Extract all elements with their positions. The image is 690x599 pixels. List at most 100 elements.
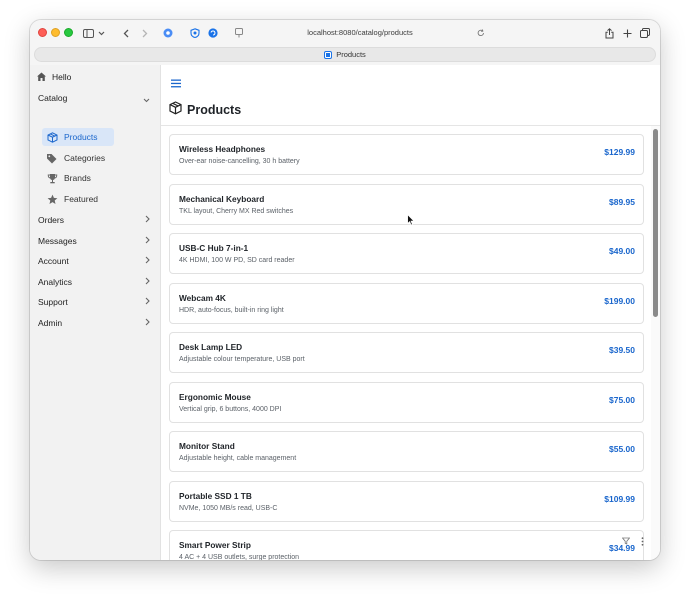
sidebar-item-categories[interactable]: Categories xyxy=(42,149,114,167)
sidebar-item-label: Brands xyxy=(64,173,91,183)
product-name: Portable SSD 1 TB xyxy=(179,491,252,501)
product-description: TKL layout, Cherry MX Red switches xyxy=(179,208,294,215)
sidebar-item-account[interactable]: Account xyxy=(34,252,156,270)
product-price: $55.00 xyxy=(609,444,635,454)
product-description: NVMe, 1050 MB/s read, USB-C xyxy=(179,505,278,512)
product-description: Over-ear noise-cancelling, 30 h battery xyxy=(179,158,300,165)
chevron-right-icon xyxy=(145,256,150,266)
mouse-cursor-icon xyxy=(407,213,415,226)
box-icon xyxy=(169,100,182,120)
chevron-down-icon[interactable] xyxy=(97,25,105,41)
browser-toolbar: localhost:8080/catalog/products Products xyxy=(30,20,660,65)
sidebar-toggle-icon[interactable] xyxy=(82,25,94,41)
product-name: Mechanical Keyboard xyxy=(179,194,265,204)
product-price: $129.99 xyxy=(604,147,635,157)
sidebar-item-orders[interactable]: Orders xyxy=(34,211,156,229)
product-price: $75.00 xyxy=(609,395,635,405)
sidebar-item-products[interactable]: Products xyxy=(42,128,114,146)
product-card[interactable]: Webcam 4K HDR, auto-focus, built-in ring … xyxy=(169,283,644,324)
refresh-extension-icon[interactable] xyxy=(208,25,218,41)
star-icon xyxy=(46,193,58,205)
maximize-window-button[interactable] xyxy=(64,28,73,37)
filter-icon[interactable] xyxy=(621,537,631,547)
close-window-button[interactable] xyxy=(38,28,47,37)
chevron-right-icon xyxy=(145,318,150,328)
product-description: Vertical grip, 6 buttons, 4000 DPI xyxy=(179,406,282,413)
product-description: 4 AC + 4 USB outlets, surge protection xyxy=(179,554,300,560)
sidebar-item-label: Hello xyxy=(52,72,72,82)
new-tab-icon[interactable] xyxy=(622,25,632,41)
shield-icon[interactable] xyxy=(190,25,200,41)
product-card[interactable]: Wireless Headphones Over-ear noise-cancel… xyxy=(169,134,644,175)
sidebar-item-label: Support xyxy=(38,297,68,307)
scrollbar-thumb[interactable] xyxy=(653,129,658,317)
sidebar-item-catalog[interactable]: Catalog xyxy=(34,89,156,107)
product-price: $39.50 xyxy=(609,345,635,355)
tab-products[interactable]: Products xyxy=(34,47,656,62)
trophy-icon xyxy=(46,172,58,184)
sidebar-item-brands[interactable]: Brands xyxy=(42,169,114,187)
chevron-right-icon xyxy=(145,236,150,246)
product-price: $49.00 xyxy=(609,246,635,256)
favicon-icon xyxy=(324,50,333,59)
product-price: $109.99 xyxy=(604,494,635,504)
share-icon[interactable] xyxy=(604,25,614,41)
sidebar-item-label: Messages xyxy=(38,236,77,246)
page-title: Products xyxy=(187,103,242,117)
product-name: Desk Lamp LED xyxy=(179,342,243,352)
sidebar-item-label: Analytics xyxy=(38,277,73,287)
product-name: Wireless Headphones xyxy=(179,144,266,154)
product-card[interactable]: Smart Power Strip 4 AC + 4 USB outlets, s… xyxy=(169,530,644,560)
product-card[interactable]: USB-C Hub 7-in-1 4K HDMI, 100 W PD, SD ca… xyxy=(169,233,644,274)
sidebar-item-label: Admin xyxy=(38,318,63,328)
sidebar-item-label: Account xyxy=(38,256,69,266)
sidebar-item-label: Products xyxy=(64,132,98,142)
address-bar[interactable]: localhost:8080/catalog/products xyxy=(230,26,490,40)
product-card[interactable]: Desk Lamp LED Adjustable colour temperatu… xyxy=(169,332,644,373)
product-description: 4K HDMI, 100 W PD, SD card reader xyxy=(179,257,295,264)
browser-window: localhost:8080/catalog/products Products… xyxy=(30,20,660,560)
tags-icon xyxy=(46,152,58,164)
chevron-right-icon xyxy=(145,215,150,225)
product-name: Smart Power Strip xyxy=(179,540,251,550)
chevron-right-icon xyxy=(145,297,150,307)
product-description: Adjustable height, cable management xyxy=(179,455,297,462)
product-card[interactable]: Monitor Stand Adjustable height, cable ma… xyxy=(169,431,644,472)
header-divider xyxy=(161,125,660,126)
more-options-icon[interactable] xyxy=(641,537,644,548)
product-description: HDR, auto-focus, built-in ring light xyxy=(179,307,284,314)
forward-icon[interactable] xyxy=(140,25,149,41)
product-price: $199.00 xyxy=(604,296,635,306)
product-description: Adjustable colour temperature, USB port xyxy=(179,356,305,363)
tab-title: Products xyxy=(336,50,366,59)
sidebar-item-label: Orders xyxy=(38,215,64,225)
sidebar-item-featured[interactable]: Featured xyxy=(42,190,114,208)
tab-overview-icon[interactable] xyxy=(640,25,650,41)
sidebar: Hello Catalog Products Categories Brands xyxy=(30,65,161,560)
product-card[interactable]: Portable SSD 1 TB NVMe, 1050 MB/s read, U… xyxy=(169,481,644,522)
product-name: Ergonomic Mouse xyxy=(179,392,251,402)
product-card[interactable]: Ergonomic Mouse Vertical grip, 6 buttons,… xyxy=(169,382,644,423)
product-name: Monitor Stand xyxy=(179,441,235,451)
chevron-right-icon xyxy=(145,277,150,287)
product-name: Webcam 4K xyxy=(179,293,226,303)
main-content: Products Wireless Headphones Over-ear noi… xyxy=(161,65,660,560)
sidebar-item-messages[interactable]: Messages xyxy=(34,232,156,250)
sidebar-item-analytics[interactable]: Analytics xyxy=(34,273,156,291)
sidebar-item-support[interactable]: Support xyxy=(34,293,156,311)
sidebar-item-label: Categories xyxy=(64,153,106,163)
chevron-down-icon xyxy=(143,95,150,105)
sidebar-item-label: Catalog xyxy=(38,93,68,103)
product-name: USB-C Hub 7-in-1 xyxy=(179,243,249,253)
back-icon[interactable] xyxy=(121,25,130,41)
hamburger-menu-icon[interactable] xyxy=(171,75,183,88)
sidebar-item-hello[interactable]: Hello xyxy=(34,68,156,86)
home-icon xyxy=(36,71,47,84)
minimize-window-button[interactable] xyxy=(51,28,60,37)
reload-icon[interactable] xyxy=(476,25,485,41)
sidebar-item-admin[interactable]: Admin xyxy=(34,314,156,332)
page-header: Products xyxy=(169,100,242,120)
sidebar-item-label: Featured xyxy=(64,194,99,204)
box-icon xyxy=(46,131,58,143)
extension-icon[interactable] xyxy=(163,25,173,41)
